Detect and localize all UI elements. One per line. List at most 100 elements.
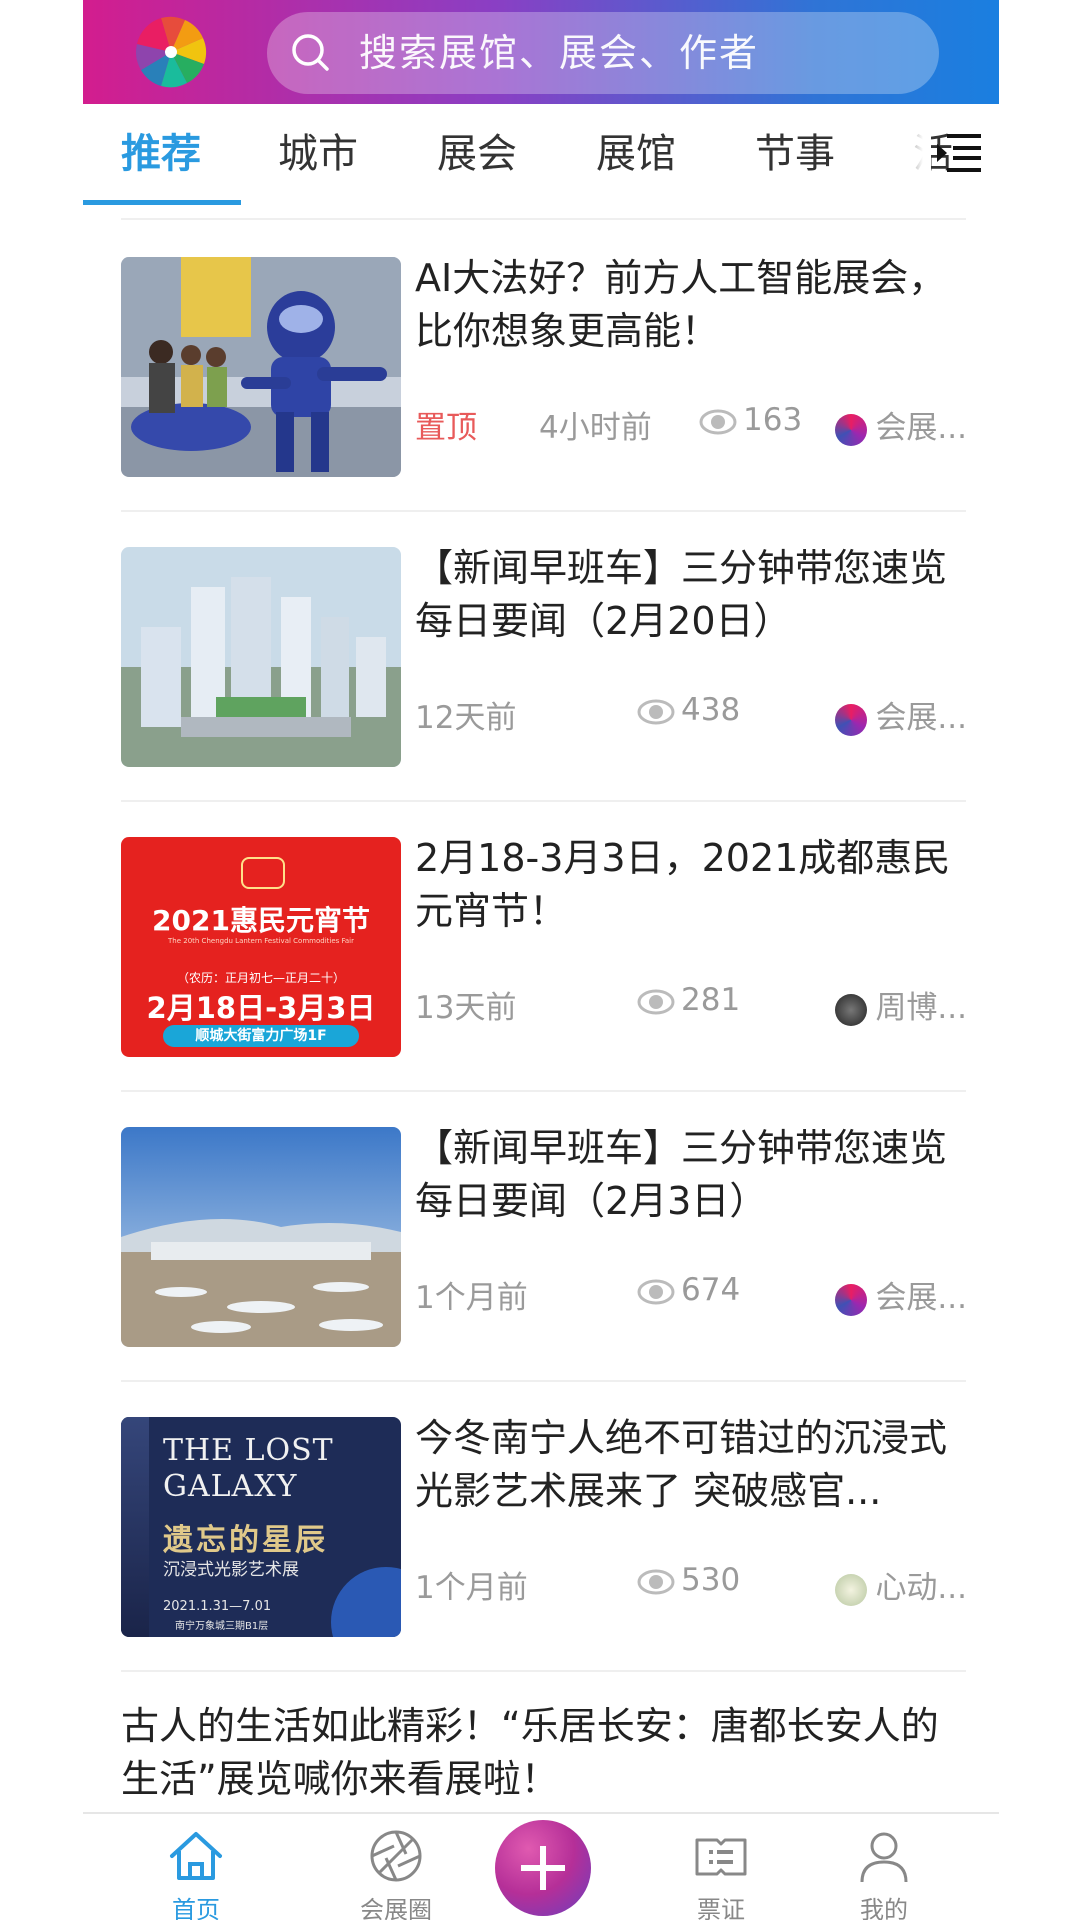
item-divider bbox=[121, 1670, 966, 1672]
add-button[interactable] bbox=[495, 1820, 591, 1916]
nav-profile-label: 我的 bbox=[860, 1896, 908, 1920]
article-thumbnail bbox=[121, 1127, 401, 1347]
article-time: 1个月前 bbox=[415, 1570, 528, 1606]
view-count: 438 bbox=[681, 692, 741, 728]
nav-profile[interactable]: 我的 bbox=[814, 1814, 954, 1920]
tab-exhibition[interactable]: 展会 bbox=[437, 104, 517, 204]
tab-recommend[interactable]: 推荐 bbox=[121, 104, 201, 204]
poster-title-cn: 遗忘的星辰 bbox=[163, 1523, 328, 1558]
tabs-divider bbox=[121, 218, 966, 220]
nav-circle[interactable]: 会展圈 bbox=[326, 1814, 466, 1920]
list-item[interactable]: 【新闻早班车】三分钟带您速览每日要闻（2月20日） 12天前 438 会展... bbox=[121, 512, 967, 802]
author[interactable]: 会展... bbox=[835, 692, 967, 737]
author-avatar bbox=[835, 703, 868, 736]
article-time: 12天前 bbox=[415, 700, 517, 736]
author-name: 会展... bbox=[875, 1280, 967, 1316]
article-views: 438 bbox=[637, 692, 740, 728]
nav-circle-label: 会展圈 bbox=[360, 1896, 432, 1920]
poster-subtitle: 沉浸式光影艺术展 bbox=[163, 1560, 299, 1580]
article-meta: 1个月前 674 会展... bbox=[415, 1262, 967, 1322]
article-meta: 置顶 4小时前 163 会展... bbox=[415, 392, 967, 452]
article-thumbnail: 2021惠民元宵节 The 20th Chengdu Lantern Festi… bbox=[121, 837, 401, 1057]
author[interactable]: 周博... bbox=[835, 982, 967, 1027]
article-views: 530 bbox=[637, 1562, 740, 1598]
nav-tickets-label: 票证 bbox=[697, 1896, 745, 1920]
list-item[interactable]: THE LOST GALAXY 遗忘的星辰 沉浸式光影艺术展 2021.1.31… bbox=[121, 1382, 967, 1672]
plus-icon bbox=[521, 1846, 565, 1890]
article-title: 今冬南宁人绝不可错过的沉浸式光影艺术展来了 突破感官... bbox=[415, 1416, 948, 1513]
article-thumbnail: THE LOST GALAXY 遗忘的星辰 沉浸式光影艺术展 2021.1.31… bbox=[121, 1417, 401, 1637]
poster-decoration bbox=[331, 1567, 401, 1637]
nav-home[interactable]: 首页 bbox=[126, 1814, 266, 1920]
author-avatar bbox=[835, 413, 868, 446]
author-name: 会展... bbox=[875, 700, 967, 736]
tab-fade bbox=[891, 104, 931, 204]
home-icon bbox=[170, 1832, 222, 1880]
category-tabs: 推荐 城市 展会 展馆 节事 活 bbox=[83, 104, 999, 208]
list-item[interactable]: 【新闻早班车】三分钟带您速览每日要闻（2月3日） 1个月前 674 会展... bbox=[121, 1092, 967, 1382]
author-name: 会展... bbox=[875, 410, 967, 446]
nav-tickets[interactable]: 票证 bbox=[651, 1814, 791, 1920]
article-title: 2月18-3月3日，2021成都惠民元宵节！ bbox=[415, 836, 951, 933]
active-tab-indicator bbox=[83, 200, 241, 205]
poster-title-en-2: GALAXY bbox=[163, 1469, 298, 1504]
tab-menu-icon[interactable] bbox=[935, 132, 981, 174]
view-count: 674 bbox=[681, 1272, 741, 1308]
eye-icon bbox=[699, 409, 737, 434]
article-meta: 13天前 281 周博... bbox=[415, 972, 967, 1032]
article-thumbnail bbox=[121, 547, 401, 767]
eye-icon bbox=[637, 989, 675, 1014]
author-avatar bbox=[835, 1573, 868, 1606]
article-title[interactable]: 古人的生活如此精彩！“乐居长安：唐都长安人的生活”展览喊你来看展啦！ bbox=[121, 1700, 966, 1806]
eye-icon bbox=[637, 699, 675, 724]
poster-title: 2021惠民元宵节 bbox=[152, 904, 370, 937]
poster-title-en-1: THE LOST bbox=[163, 1433, 334, 1468]
poster-date: 2月18日-3月3日 bbox=[146, 991, 376, 1025]
article-time: 1个月前 bbox=[415, 1280, 528, 1316]
poster-date: 2021.1.31—7.01 bbox=[163, 1599, 272, 1614]
search-icon bbox=[292, 34, 329, 71]
article-meta: 12天前 438 会展... bbox=[415, 682, 967, 742]
poster-emblem bbox=[241, 857, 285, 889]
article-time: 4小时前 bbox=[539, 410, 652, 446]
nav-home-label: 首页 bbox=[172, 1896, 220, 1920]
poster-venue: 顺城大街富力广场1F bbox=[163, 1025, 359, 1047]
view-count: 530 bbox=[681, 1562, 741, 1598]
article-title: 【新闻早班车】三分钟带您速览每日要闻（2月20日） bbox=[415, 546, 948, 643]
article-title: AI大法好？前方人工智能展会，比你想象更高能！ bbox=[415, 256, 947, 353]
tab-venue[interactable]: 展馆 bbox=[596, 104, 676, 204]
view-count: 163 bbox=[743, 402, 803, 438]
article-thumbnail bbox=[121, 257, 401, 477]
header-bar: 搜索展馆、展会、作者 bbox=[83, 0, 999, 104]
author[interactable]: 会展... bbox=[835, 1272, 967, 1317]
ticket-icon bbox=[695, 1838, 747, 1876]
eye-icon bbox=[637, 1279, 675, 1304]
tab-festival[interactable]: 节事 bbox=[755, 104, 835, 204]
profile-icon bbox=[860, 1832, 908, 1883]
author-avatar bbox=[835, 993, 868, 1026]
author-name: 周博... bbox=[875, 990, 967, 1026]
search-bar[interactable]: 搜索展馆、展会、作者 bbox=[267, 12, 939, 94]
article-time: 13天前 bbox=[415, 990, 517, 1026]
author-avatar bbox=[835, 1283, 868, 1316]
search-placeholder: 搜索展馆、展会、作者 bbox=[359, 31, 760, 75]
author[interactable]: 会展... bbox=[835, 402, 967, 447]
eye-icon bbox=[637, 1569, 675, 1594]
app-screen: 搜索展馆、展会、作者 推荐 城市 展会 展馆 节事 活 AI大法好？前方人工智能… bbox=[83, 0, 999, 1920]
list-item[interactable]: AI大法好？前方人工智能展会，比你想象更高能！ 置顶 4小时前 163 会展..… bbox=[121, 222, 967, 512]
list-item[interactable]: 2021惠民元宵节 The 20th Chengdu Lantern Festi… bbox=[121, 802, 967, 1092]
view-count: 281 bbox=[681, 982, 741, 1018]
poster-subtitle: The 20th Chengdu Lantern Festival Commod… bbox=[168, 937, 354, 945]
author[interactable]: 心动... bbox=[835, 1562, 967, 1607]
article-views: 674 bbox=[637, 1272, 740, 1308]
poster-venue: 南宁万象城三期B1层 bbox=[175, 1621, 269, 1632]
article-title: 【新闻早班车】三分钟带您速览每日要闻（2月3日） bbox=[415, 1126, 948, 1223]
article-meta: 1个月前 530 心动... bbox=[415, 1552, 967, 1612]
pinned-badge: 置顶 bbox=[415, 410, 477, 446]
poster-decoration bbox=[121, 1417, 149, 1637]
author-name: 心动... bbox=[875, 1570, 967, 1606]
tab-city[interactable]: 城市 bbox=[278, 104, 358, 204]
aperture-icon bbox=[370, 1830, 422, 1882]
article-views: 281 bbox=[637, 982, 740, 1018]
app-logo-icon bbox=[136, 16, 207, 88]
